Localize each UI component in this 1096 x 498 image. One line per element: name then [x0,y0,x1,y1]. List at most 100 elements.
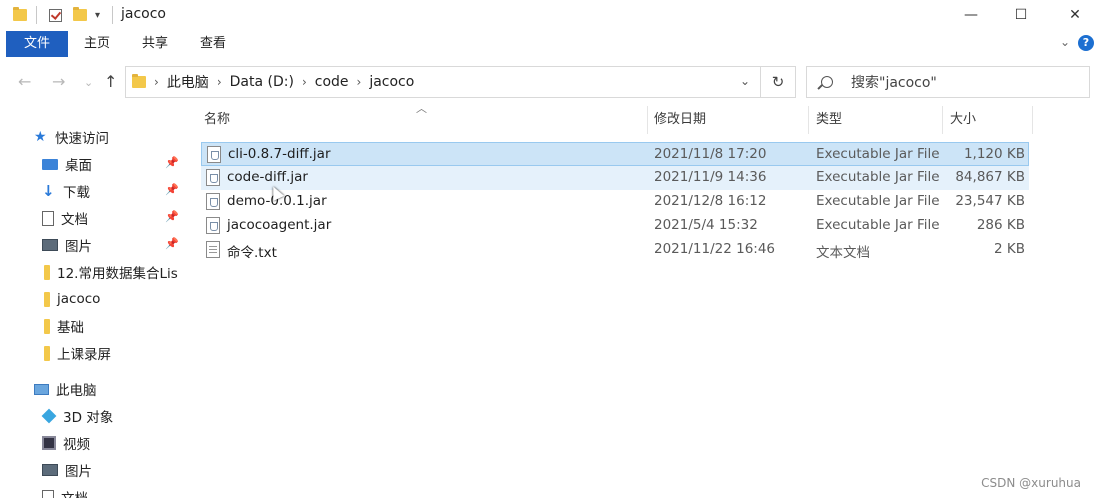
new-folder-icon[interactable] [73,7,87,23]
sidebar-item-3d-objects[interactable]: 3D 对象 [0,403,186,429]
column-header-type[interactable]: 类型 [816,106,842,134]
sidebar-item-label: 下载 [63,185,90,201]
up-arrow-icon[interactable]: ↑ [104,72,117,91]
sidebar-item-label: 图片 [65,239,92,255]
window-title: jacoco [121,6,166,22]
chevron-right-icon[interactable]: › [154,75,159,89]
jar-file-icon [206,169,220,186]
sidebar-item-label: 桌面 [65,158,92,174]
sidebar-item-documents-pc[interactable]: 文档 [0,484,186,498]
text-file-icon [206,241,220,258]
column-divider[interactable] [808,106,809,134]
chevron-right-icon[interactable]: › [217,75,222,89]
file-date: 2021/12/8 16:12 [654,193,767,209]
ribbon: 文件 主页 共享 查看 ⌄ ? [0,30,1096,58]
tab-file[interactable]: 文件 [6,31,68,57]
address-bar[interactable]: › 此电脑 › Data (D:) › code › jacoco ⌄ [125,66,761,98]
chevron-down-icon[interactable]: ⌄ [1060,35,1070,49]
sidebar-item-label: 上课录屏 [57,347,111,363]
back-arrow-icon[interactable]: ← [18,72,31,91]
refresh-button[interactable]: ↻ [761,66,796,98]
folder-icon [44,318,50,334]
file-row[interactable]: 命令.txt 2021/11/22 16:46 文本文档 2 KB [201,238,1029,262]
close-button[interactable]: ✕ [1052,0,1096,30]
file-row[interactable]: cli-0.8.7-diff.jar 2021/11/8 17:20 Execu… [201,142,1029,166]
forward-arrow-icon[interactable]: → [52,72,65,91]
title-bar: ▾ jacoco — ☐ ✕ [0,0,1096,30]
column-divider[interactable] [1032,106,1033,134]
file-row[interactable]: jacocoagent.jar 2021/5/4 15:32 Executabl… [201,214,1029,238]
sidebar-item-label: 此电脑 [56,383,97,399]
help-icon[interactable]: ? [1078,35,1094,51]
file-name: 命令.txt [227,245,277,261]
sidebar-item-desktop[interactable]: 桌面 📌 [0,151,186,177]
sidebar-item-label: 12.常用数据集合Lis [57,266,178,282]
folder-icon [44,345,50,361]
sidebar-item-documents[interactable]: 文档 📌 [0,205,186,231]
breadcrumb-drive[interactable]: Data (D:) [230,74,294,90]
tab-share[interactable]: 共享 [128,31,182,57]
sidebar-item-folder[interactable]: jacoco [0,286,186,312]
sidebar-item-label: 文档 [61,487,88,498]
file-date: 2021/11/8 17:20 [654,146,767,162]
sidebar-item-pictures[interactable]: 图片 📌 [0,232,186,258]
sidebar-item-folder[interactable]: 基础 [0,313,186,339]
column-header-date[interactable]: 修改日期 [654,106,706,134]
file-type: 文本文档 [816,245,870,261]
sidebar-item-this-pc[interactable]: 此电脑 [0,376,186,402]
sidebar-item-label: 图片 [65,464,92,480]
chevron-down-icon[interactable]: ⌄ [740,74,750,88]
pin-icon[interactable]: 📌 [165,237,179,250]
sidebar-item-downloads[interactable]: ↓ 下载 📌 [0,178,186,204]
search-input[interactable]: 搜索"jacoco" [806,66,1090,98]
pin-icon[interactable]: 📌 [165,156,179,169]
file-type: Executable Jar File [816,169,940,185]
tab-home[interactable]: 主页 [70,31,124,57]
recent-locations-icon[interactable]: ⌄ [84,76,93,89]
navigation-pane: ★ 快速访问 桌面 📌 ↓ 下载 📌 文档 📌 图片 📌 12.常用数据集合Li… [0,106,186,498]
breadcrumb-this-pc[interactable]: 此电脑 [167,72,209,92]
search-placeholder: 搜索"jacoco" [851,75,937,91]
sidebar-item-folder[interactable]: 上课录屏 [0,340,186,366]
chevron-right-icon[interactable]: › [357,75,362,89]
minimize-button[interactable]: — [948,0,994,30]
file-type: Executable Jar File [816,146,940,162]
file-type: Executable Jar File [816,193,940,209]
sidebar-item-folder[interactable]: 12.常用数据集合Lis [0,259,186,285]
search-icon [821,76,833,88]
chevron-right-icon[interactable]: › [302,75,307,89]
navigation-bar: ← → ⌄ ↑ › 此电脑 › Data (D:) › code › jacoc… [0,58,1096,106]
sidebar-item-label: 快速访问 [55,131,109,147]
star-icon: ★ [34,129,47,145]
properties-icon[interactable] [49,7,62,23]
tab-view[interactable]: 查看 [186,31,240,57]
customize-toolbar-icon[interactable]: ▾ [95,7,100,23]
column-header-name[interactable]: 名称 [204,106,230,134]
sidebar-item-label: jacoco [57,291,101,307]
sidebar-item-pictures-pc[interactable]: 图片 [0,457,186,483]
file-row[interactable]: code-diff.jar 2021/11/9 14:36 Executable… [201,166,1029,190]
computer-icon [34,383,49,395]
watermark: CSDN @xuruhua [981,476,1081,490]
document-icon [42,489,54,498]
document-icon [42,210,54,226]
file-date: 2021/5/4 15:32 [654,217,758,233]
sidebar-item-quick-access[interactable]: ★ 快速访问 [0,124,186,150]
pin-icon[interactable]: 📌 [165,183,179,196]
folder-icon [132,74,146,88]
breadcrumb-code[interactable]: code [315,74,349,90]
sidebar-item-label: 3D 对象 [63,410,114,426]
maximize-button[interactable]: ☐ [998,0,1044,30]
file-name: cli-0.8.7-diff.jar [228,146,331,162]
breadcrumb-jacoco[interactable]: jacoco [369,74,414,90]
column-header-size[interactable]: 大小 [950,106,976,134]
file-row[interactable]: demo-0.0.1.jar 2021/12/8 16:12 Executabl… [201,190,1029,214]
column-divider[interactable] [647,106,648,134]
sidebar-item-videos[interactable]: 视频 [0,430,186,456]
pin-icon[interactable]: 📌 [165,210,179,223]
jar-file-icon [206,193,220,210]
folder-icon [44,291,50,307]
picture-icon [42,464,58,476]
column-divider[interactable] [942,106,943,134]
file-size: 1,120 KB [963,146,1025,162]
